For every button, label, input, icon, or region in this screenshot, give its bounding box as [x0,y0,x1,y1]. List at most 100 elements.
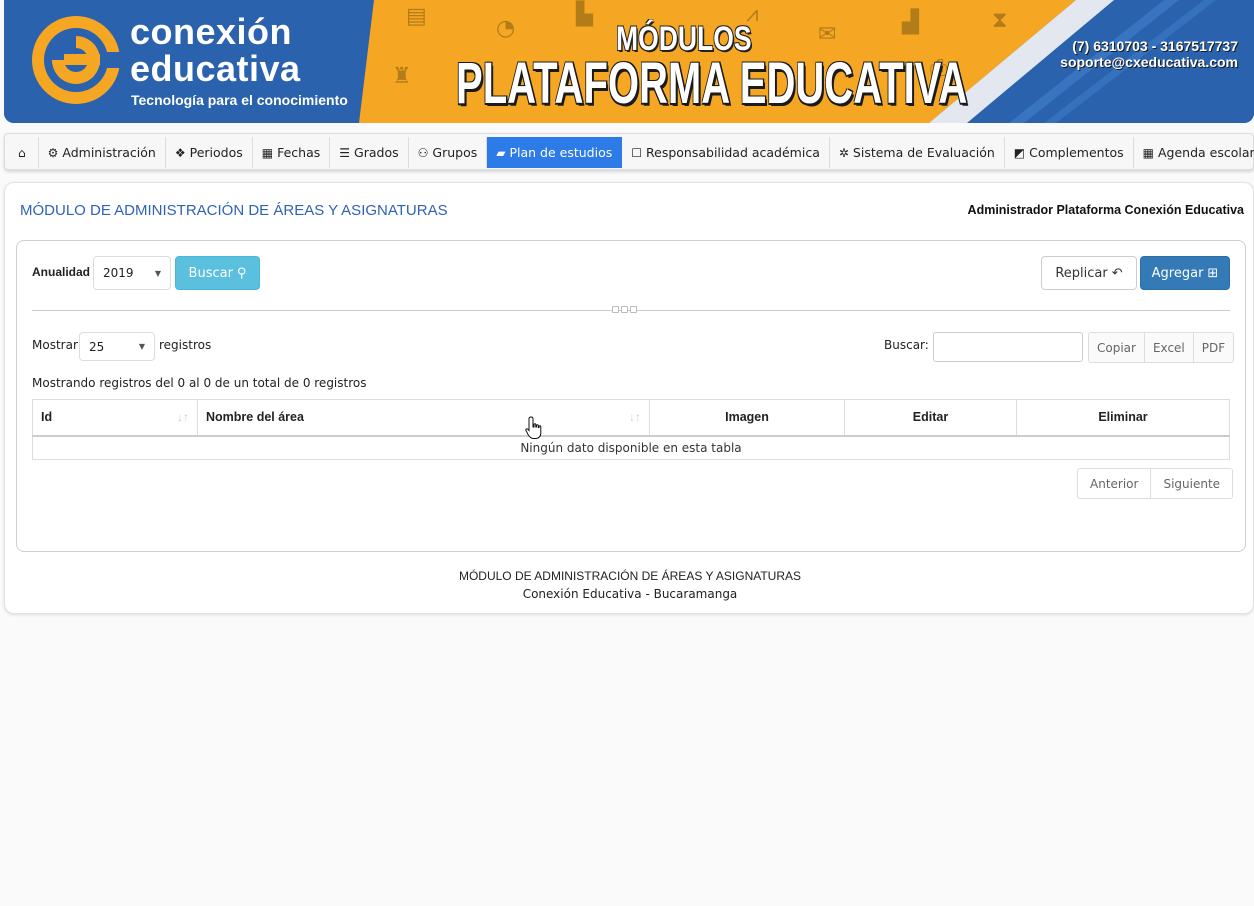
column-label: Nombre del área [206,410,304,425]
nav-label: Fechas [277,145,321,160]
calendar-icon: ▦ [261,145,274,160]
brand-name-line1: conexión [130,11,293,52]
user-name: Administrador Plataforma Conexión Educat… [967,203,1244,217]
pagination: Anterior Siguiente [1077,468,1234,499]
nav-item-administracion[interactable]: ⚙ Administración [39,137,166,168]
column-label: Id [41,410,53,425]
table-info: Mostrando registros del 0 al 0 de un tot… [32,376,367,390]
nav-item-sistema-evaluacion[interactable]: ✲ Sistema de Evaluación [830,137,1005,168]
next-page-button[interactable]: Siguiente [1150,468,1234,499]
column-label: Imagen [725,410,769,425]
platform-title: PLATAFORMA EDUCATIVA [456,51,968,116]
home-icon: ⌂ [18,145,26,160]
column-label: Editar [912,410,949,425]
conexion-logo-icon [32,16,124,104]
column-editar: Editar [844,399,1017,437]
contact-phone: (7) 6310703 - 3167517737 [1072,38,1238,54]
content-panel: MÓDULO DE ADMINISTRACIÓN DE ÁREAS Y ASIG… [4,182,1254,614]
column-imagen: Imagen [649,399,845,437]
nav-item-plan-de-estudios[interactable]: ▰ Plan de estudios [487,137,623,168]
areas-table: Id ↓↑ Nombre del área ↓↑ Imagen Editar E [32,399,1230,460]
nav-item-home[interactable]: ⌂ [6,137,39,168]
reply-all-icon: ↶ [1111,265,1123,281]
document-icon: ▤ [406,4,427,29]
page-length-value: 25 [89,339,105,354]
column-label: Eliminar [1098,410,1148,425]
envelope-icon: ✉ [818,22,837,47]
header-banner: conexión educativa Tecnología para el co… [4,0,1254,123]
nav-item-fechas[interactable]: ▦ Fechas [253,137,331,168]
table-header-row: Id ↓↑ Nombre del área ↓↑ Imagen Editar E [32,399,1230,437]
nav-label: Grupos [432,145,478,160]
main-nav: ⌂ ⚙ Administración ❖ Periodos ▦ Fechas ☰… [4,133,1254,170]
buscar-label: Buscar [188,265,233,281]
column-eliminar: Eliminar [1016,399,1230,437]
nav-label: Grados [354,145,399,160]
list-ol-icon: ☰ [339,145,351,160]
mostrar-label: Mostrar [32,338,78,352]
anualidad-label: Anualidad [32,265,91,279]
search-label: Buscar: [884,338,929,352]
nav-label: Plan de estudios [509,145,613,160]
external-link-icon: ◩ [1013,145,1026,160]
cog-icon: ✲ [838,145,849,160]
bar-chart-icon: ▟ [902,10,919,35]
footer-title: MÓDULO DE ADMINISTRACIÓN DE ÁREAS Y ASIG… [458,569,802,583]
registros-label: registros [159,338,212,352]
pie-chart-icon: ◔ [496,16,516,41]
gears-icon: ⚙ [47,145,59,160]
nav-item-agenda-escolar[interactable]: ▦ Agenda escolar [1134,137,1254,168]
stamp-icon: ♜ [392,64,412,89]
chevron-down-icon: ▼ [154,268,161,278]
excel-button[interactable]: Excel [1143,332,1194,363]
table-row: Ningún dato disponible en esta tabla [32,435,1230,460]
hand-cursor-icon [525,416,542,439]
factory-icon: ▙ [576,2,593,27]
anualidad-select[interactable]: 2019 ▼ [93,256,171,290]
replicar-button[interactable]: Replicar ↶ [1041,256,1137,290]
nav-item-grados[interactable]: ☰ Grados [330,137,409,168]
nav-label: Sistema de Evaluación [852,145,995,160]
nav-item-complementos[interactable]: ◩ Complementos [1005,137,1134,168]
page-title: MÓDULO DE ADMINISTRACIÓN DE ÁREAS Y ASIG… [20,202,448,219]
nav-item-responsabilidad-academica[interactable]: ☐ Responsabilidad académica [622,137,830,168]
plus-square-icon: ⊞ [1207,265,1219,281]
areas-card: Anualidad 2019 ▼ Buscar ⚲ Replicar ↶ Agr… [16,240,1246,552]
search-icon: ⚲ [236,265,247,281]
table-search-input[interactable] [933,332,1083,362]
chevron-down-icon: ▼ [138,342,145,351]
sort-icon: ↓↑ [629,410,641,424]
calendar-icon: ▦ [1142,145,1154,160]
export-buttons: Copiar Excel PDF [1088,332,1235,363]
contact-email: soporte@cxeducativa.com [1060,54,1238,70]
nav-label: Periodos [189,145,243,160]
previous-page-button[interactable]: Anterior [1077,468,1152,499]
copy-button[interactable]: Copiar [1088,332,1145,363]
collapse-handle[interactable] [612,306,637,313]
cubes-icon: ❖ [174,145,186,160]
footer-subtitle: Conexión Educativa - Bucaramanga [522,587,738,601]
nav-item-periodos[interactable]: ❖ Periodos [166,137,253,168]
replicar-label: Replicar [1055,265,1108,281]
column-nombre-area[interactable]: Nombre del área ↓↑ [197,399,650,437]
square-icon: ☐ [631,145,642,160]
empty-table-message: Ningún dato disponible en esta tabla [32,435,1230,460]
users-icon: ⚇ [417,145,429,160]
sort-icon: ↓↑ [177,410,189,424]
nav-label: Complementos [1029,145,1124,160]
brand-name-line2: educativa [130,48,301,89]
book-icon: ▰ [496,145,506,160]
agregar-button[interactable]: Agregar ⊞ [1140,256,1230,290]
nav-label: Administración [62,145,156,160]
hourglass-icon: ⧗ [992,8,1008,33]
anualidad-value: 2019 [103,266,134,280]
brand-tagline: Tecnología para el conocimiento [131,92,348,108]
column-id[interactable]: Id ↓↑ [32,399,198,437]
nav-label: Agenda escolar [1157,145,1254,160]
nav-label: Responsabilidad académica [646,145,820,160]
page-length-select[interactable]: 25 ▼ [79,332,155,361]
pdf-button[interactable]: PDF [1192,332,1235,363]
agregar-label: Agregar [1151,265,1204,281]
nav-item-grupos[interactable]: ⚇ Grupos [409,137,488,168]
buscar-button[interactable]: Buscar ⚲ [175,256,260,290]
